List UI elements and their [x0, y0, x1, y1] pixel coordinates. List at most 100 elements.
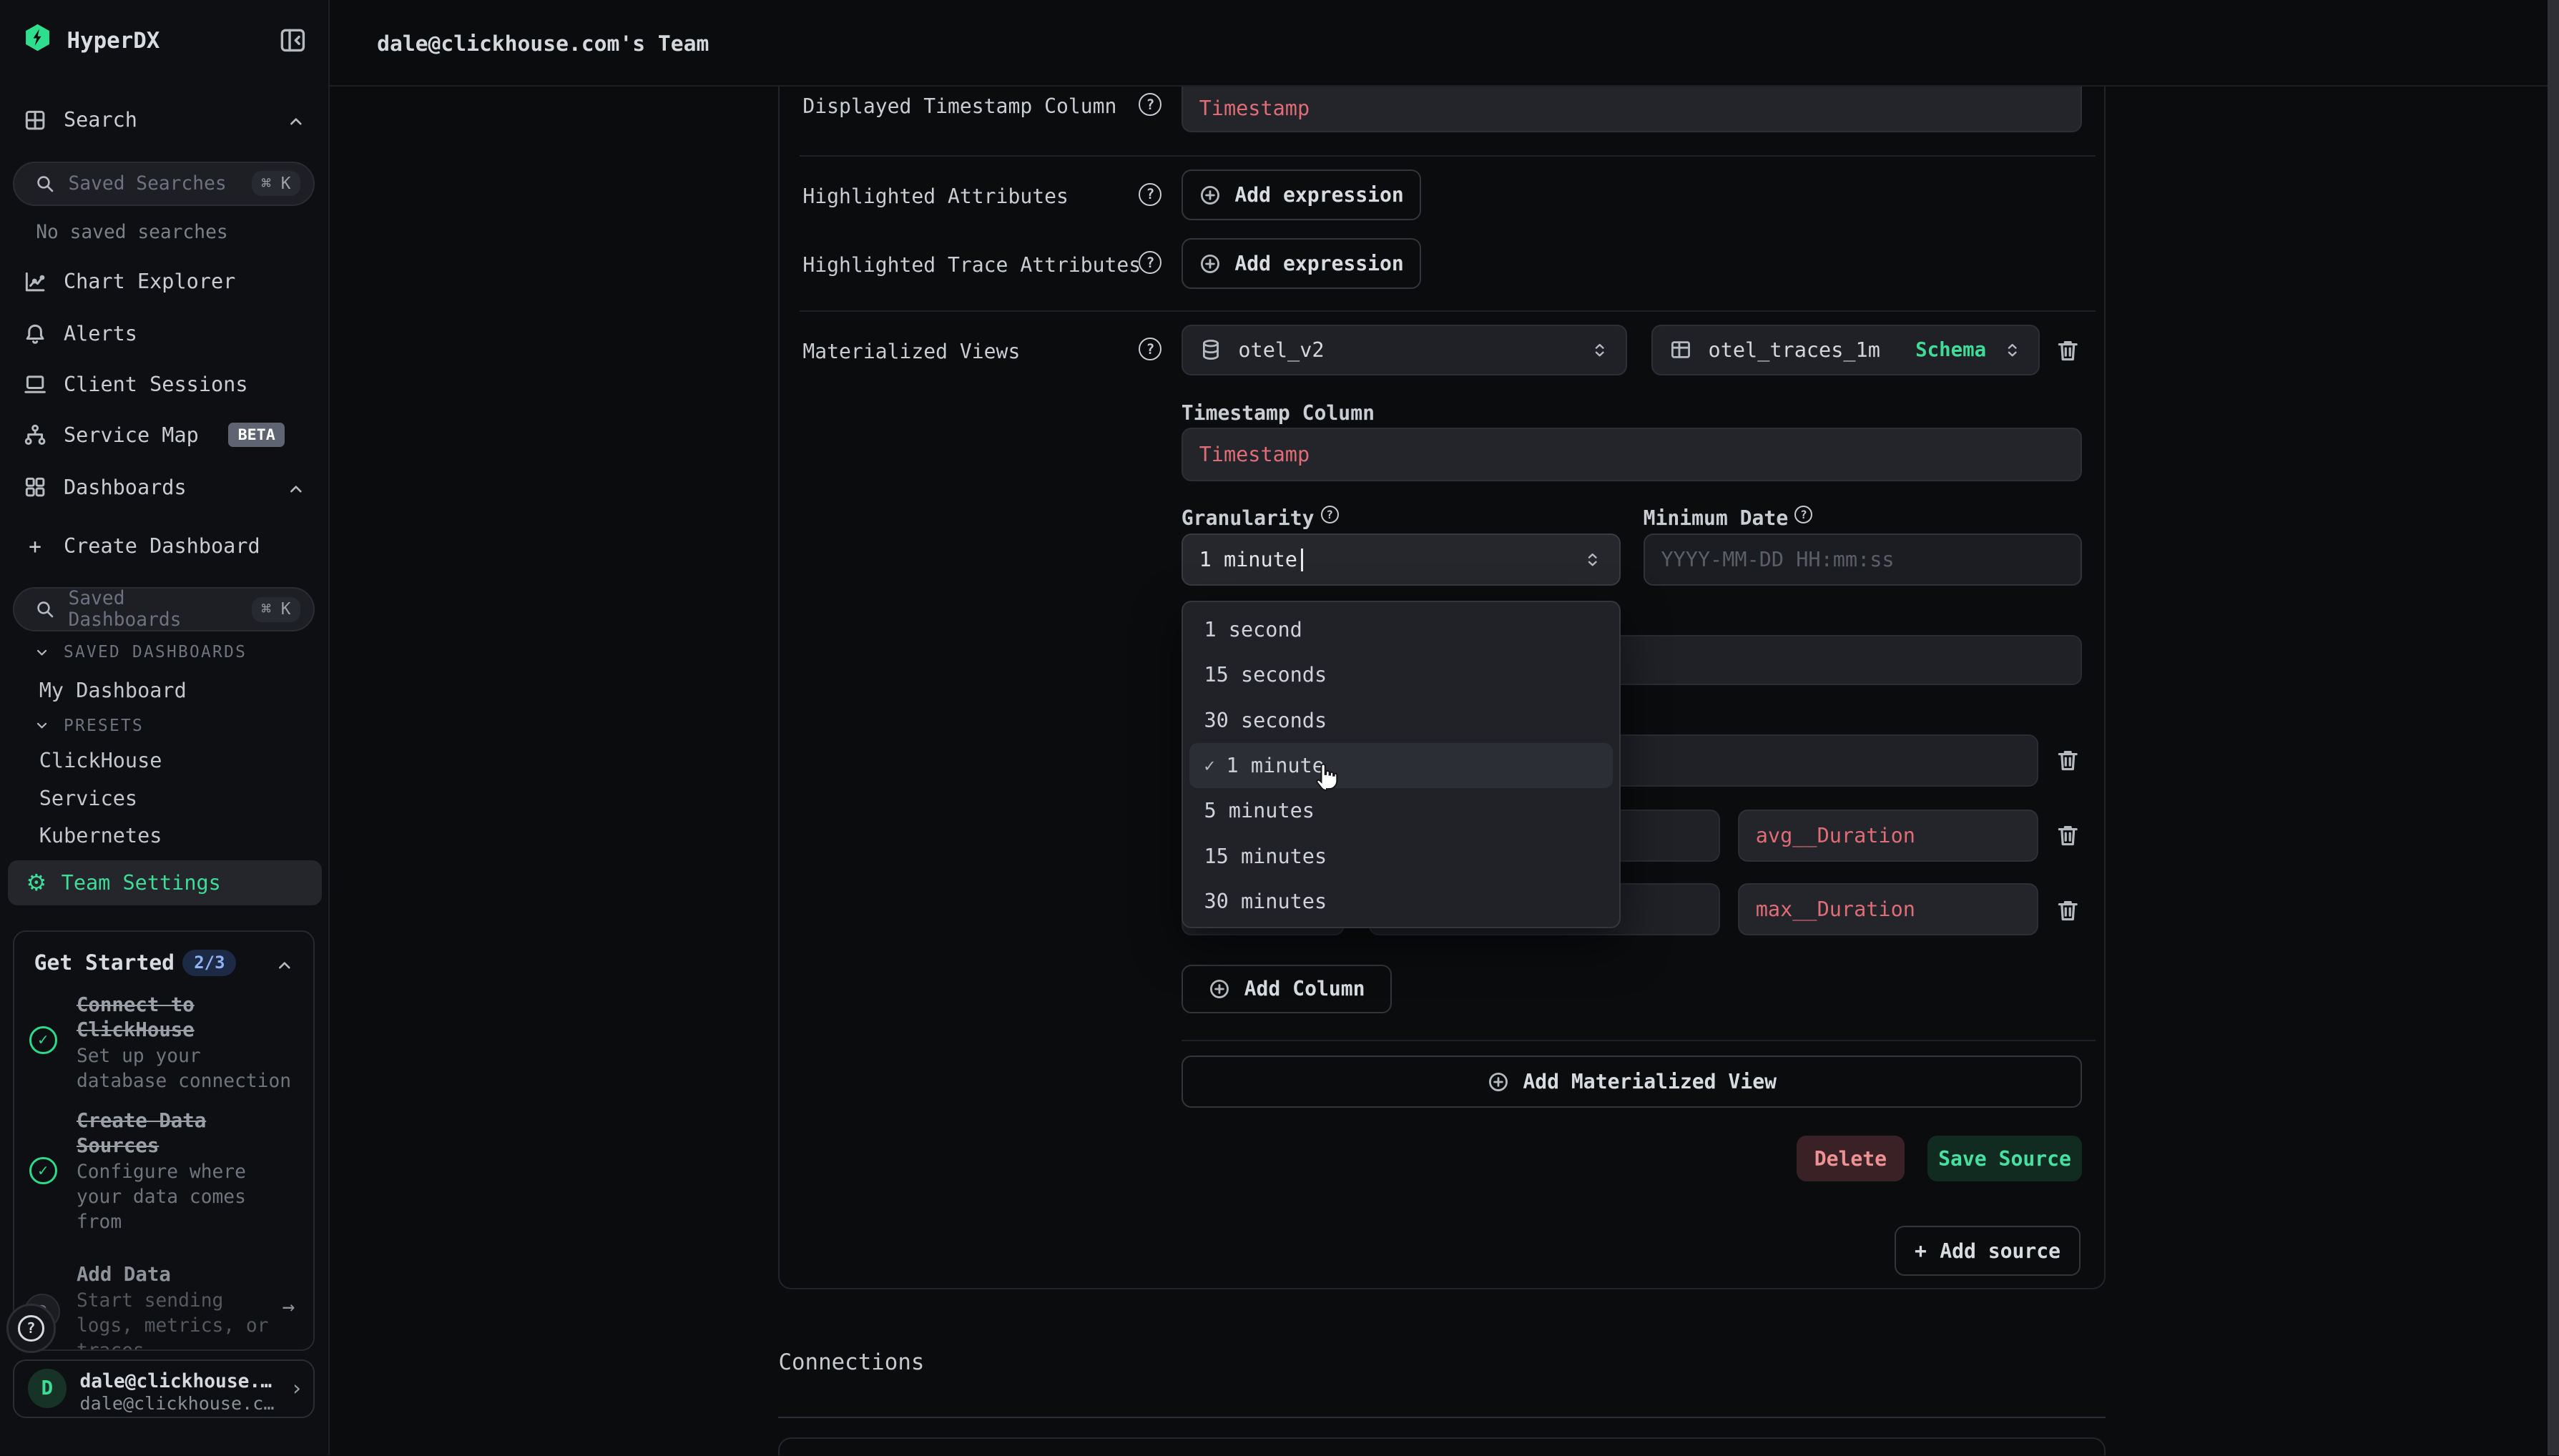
- delete-column-icon[interactable]: [2055, 747, 2081, 774]
- help-circle-icon[interactable]: ?: [1139, 183, 1161, 206]
- help-button[interactable]: ?: [6, 1304, 55, 1352]
- arrow-right-icon[interactable]: →: [282, 1294, 295, 1319]
- presets-section-header[interactable]: PRESETS: [33, 717, 144, 735]
- delete-button[interactable]: Delete: [1797, 1136, 1905, 1181]
- dropdown-option-selected[interactable]: ✓ 1 minute: [1189, 743, 1613, 788]
- help-circle-icon[interactable]: ?: [1321, 506, 1339, 523]
- user-email: dale@clickhouse.c…: [80, 1393, 275, 1414]
- materialized-views-label: Materialized Views: [802, 340, 1020, 363]
- saved-searches-input[interactable]: Saved Searches ⌘ K: [13, 162, 315, 206]
- saved-searches-placeholder: Saved Searches: [69, 173, 239, 195]
- help-circle-icon[interactable]: ?: [1139, 93, 1161, 116]
- granularity-combobox[interactable]: 1 minute: [1182, 533, 1621, 586]
- help-circle-icon[interactable]: ?: [1139, 251, 1161, 274]
- help-circle-icon[interactable]: ?: [1139, 338, 1161, 360]
- database-icon: [1199, 338, 1222, 361]
- get-started-item[interactable]: Connect to ClickHouse Set up your databa…: [77, 993, 295, 1094]
- get-started-item[interactable]: Create Data Sources Configure where your…: [77, 1109, 295, 1234]
- get-started-panel: Get Started 2/3 ✓ Connect to ClickHouse …: [13, 930, 315, 1352]
- save-source-button[interactable]: Save Source: [1927, 1136, 2083, 1181]
- sidebar-item-label: Search: [64, 108, 137, 132]
- granularity-dropdown: 1 second 15 seconds 30 seconds ✓ 1 minut…: [1182, 601, 1621, 929]
- database-select[interactable]: otel_v2: [1182, 325, 1627, 375]
- updown-chevron-icon: [1590, 340, 1609, 360]
- help-circle-icon[interactable]: ?: [1794, 506, 1812, 523]
- section-label: PRESETS: [64, 717, 144, 735]
- delete-materialized-view-icon[interactable]: [2055, 338, 2081, 364]
- minimum-date-input[interactable]: YYYY-MM-DD HH:mm:ss: [1644, 533, 2083, 586]
- sidebar-item-chart-explorer[interactable]: Chart Explorer: [0, 261, 330, 302]
- get-started-item-subtitle: Configure where your data comes from: [77, 1160, 295, 1235]
- team-settings-label: Team Settings: [62, 871, 221, 895]
- timestamp-column-value: Timestamp: [1199, 443, 1310, 466]
- add-source-button[interactable]: + Add source: [1895, 1226, 2081, 1277]
- sidebar-item-clickhouse[interactable]: ClickHouse: [39, 749, 162, 772]
- sidebar-item-client-sessions[interactable]: Client Sessions: [0, 364, 330, 405]
- plus-circle-icon: [1199, 184, 1222, 207]
- dropdown-option[interactable]: 15 seconds: [1183, 652, 1619, 697]
- divider: [778, 1417, 2105, 1418]
- saved-dashboards-section-header[interactable]: SAVED DASHBOARDS: [33, 643, 247, 661]
- no-saved-searches-text: No saved searches: [36, 222, 228, 243]
- chevron-up-icon[interactable]: [285, 111, 307, 132]
- dropdown-option[interactable]: 30 seconds: [1183, 697, 1619, 742]
- chevron-up-icon[interactable]: [285, 478, 307, 500]
- get-started-progress-badge: 2/3: [182, 950, 236, 976]
- add-materialized-view-button[interactable]: Add Materialized View: [1182, 1056, 2083, 1108]
- get-started-item-title: Add Data: [77, 1263, 275, 1287]
- add-expression-button[interactable]: Add expression: [1182, 169, 1421, 220]
- displayed-timestamp-input[interactable]: Timestamp: [1182, 87, 2083, 132]
- get-started-item-subtitle: Start sending logs, metrics, or traces: [77, 1289, 275, 1351]
- sidebar-item-alerts[interactable]: Alerts: [0, 313, 330, 354]
- sidebar-item-search[interactable]: Search: [0, 99, 330, 140]
- saved-dashboards-input[interactable]: Saved Dashboards ⌘ K: [13, 587, 315, 631]
- connections-title: Connections: [778, 1349, 924, 1375]
- sidebar-item-team-settings[interactable]: ⚙ Team Settings: [8, 860, 321, 906]
- granularity-value: 1 minute: [1199, 548, 1297, 571]
- dropdown-option[interactable]: 15 minutes: [1183, 834, 1619, 879]
- dropdown-option[interactable]: 30 minutes: [1183, 879, 1619, 924]
- collapse-sidebar-icon[interactable]: [279, 26, 307, 54]
- brand-name: HyperDX: [67, 28, 160, 54]
- chart-explorer-icon: [23, 270, 47, 294]
- plus-circle-icon: [1208, 978, 1231, 1000]
- sidebar: HyperDX Search Saved Searches ⌘ K No sav…: [0, 0, 330, 1455]
- delete-column-icon[interactable]: [2055, 897, 2081, 924]
- add-column-button[interactable]: Add Column: [1182, 965, 1392, 1013]
- dashboards-icon: [23, 475, 47, 499]
- column-alias-input[interactable]: avg__Duration: [1738, 810, 2038, 862]
- sidebar-item-dashboards[interactable]: Dashboards: [0, 467, 330, 508]
- bell-icon: [23, 322, 47, 346]
- create-dashboard-button[interactable]: + Create Dashboard: [0, 526, 330, 566]
- get-started-title: Get Started: [34, 950, 175, 975]
- chevron-up-icon[interactable]: [274, 955, 295, 976]
- add-expression-button[interactable]: Add expression: [1182, 238, 1421, 289]
- get-started-item-title: Connect to ClickHouse: [77, 993, 295, 1042]
- dropdown-option[interactable]: 1 second: [1183, 607, 1619, 652]
- divider: [1182, 1040, 2096, 1041]
- vertical-scrollbar[interactable]: [2548, 0, 2559, 1455]
- plus-icon: +: [23, 533, 47, 559]
- saved-dashboards-placeholder: Saved Dashboards: [69, 588, 239, 631]
- search-icon: [34, 173, 56, 195]
- get-started-item[interactable]: Add Data Start sending logs, metrics, or…: [77, 1263, 275, 1352]
- updown-chevron-icon: [2003, 340, 2022, 360]
- dropdown-option[interactable]: 5 minutes: [1183, 788, 1619, 833]
- question-icon: ?: [18, 1315, 44, 1342]
- chevron-right-icon: ›: [290, 1375, 303, 1400]
- column-alias-input[interactable]: max__Duration: [1738, 883, 2038, 935]
- minimum-date-placeholder: YYYY-MM-DD HH:mm:ss: [1661, 548, 1894, 571]
- chevron-down-icon: [33, 717, 51, 734]
- sidebar-item-services[interactable]: Services: [39, 787, 137, 810]
- user-menu[interactable]: D dale@clickhouse.… dale@clickhouse.c… ›: [13, 1359, 315, 1418]
- brand[interactable]: HyperDX: [23, 23, 159, 59]
- sidebar-item-my-dashboard[interactable]: My Dashboard: [39, 679, 187, 702]
- timestamp-column-input[interactable]: Timestamp: [1182, 428, 2083, 481]
- sidebar-item-kubernetes[interactable]: Kubernetes: [39, 824, 162, 847]
- delete-column-icon[interactable]: [2055, 822, 2081, 849]
- main-area: dale@clickhouse.com's Team Displayed Tim…: [330, 0, 2559, 1455]
- sidebar-item-service-map[interactable]: Service Map BETA: [0, 415, 330, 456]
- granularity-label: Granularity?: [1182, 506, 1339, 530]
- schema-link[interactable]: Schema: [1915, 339, 1986, 361]
- table-select[interactable]: otel_traces_1m Schema: [1651, 325, 2040, 375]
